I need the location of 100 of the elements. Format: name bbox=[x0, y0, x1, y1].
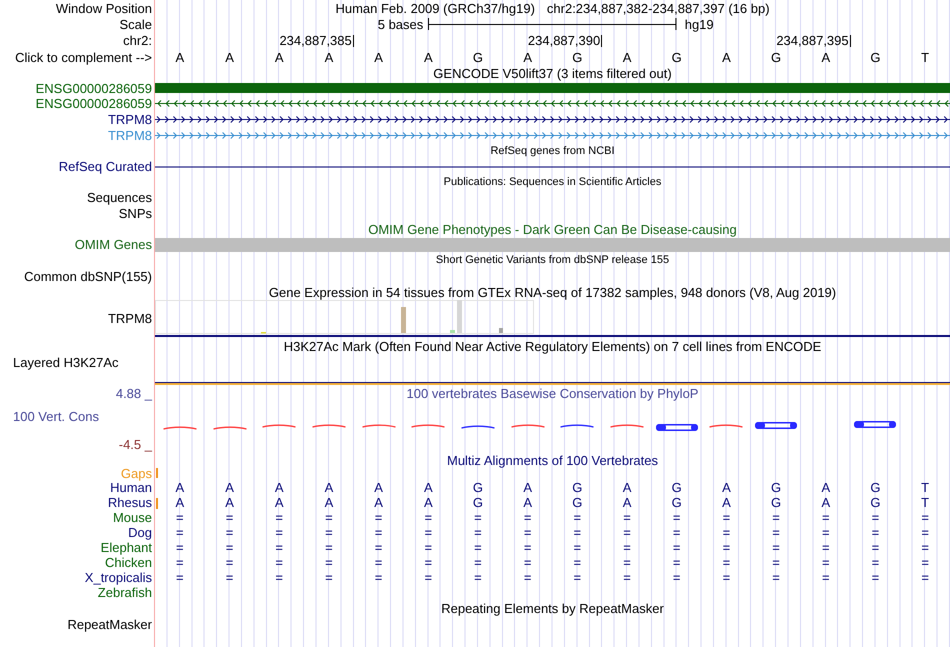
base-letter: A bbox=[722, 50, 731, 64]
base-letter: G bbox=[870, 495, 881, 510]
base-letter: A bbox=[523, 495, 532, 510]
base-letter: = bbox=[226, 555, 234, 570]
axis-label: -4.5 _ bbox=[118, 436, 152, 452]
base-letter: G bbox=[472, 50, 484, 64]
base-letter: = bbox=[574, 570, 582, 585]
track-label[interactable]: 100 Vert. Cons bbox=[13, 409, 99, 424]
base-letter: = bbox=[921, 540, 929, 555]
gene-line[interactable] bbox=[155, 114, 950, 124]
base-letter: G bbox=[771, 495, 782, 510]
expression-bar[interactable] bbox=[401, 307, 406, 333]
base-letter: = bbox=[424, 555, 432, 570]
base-letter: A bbox=[374, 495, 383, 510]
track-label[interactable]: Sequences bbox=[86, 190, 152, 205]
coordinate-label: 234,887,385 bbox=[279, 33, 352, 48]
base-letter: A bbox=[523, 50, 532, 64]
species-label[interactable]: Mouse bbox=[112, 510, 152, 525]
base-letter: = bbox=[176, 525, 184, 540]
track-label[interactable]: TRPM8 bbox=[108, 112, 152, 126]
track-label[interactable]: RefSeq Curated bbox=[58, 159, 152, 174]
expression-bar[interactable] bbox=[450, 330, 455, 333]
track-label[interactable]: TRPM8 bbox=[108, 311, 152, 326]
conservation-wiggle bbox=[510, 424, 545, 428]
base-letter: = bbox=[226, 510, 234, 525]
conservation-wiggle bbox=[411, 424, 446, 428]
base-letter: = bbox=[672, 540, 681, 555]
track-label[interactable]: ENSG00000286059 bbox=[36, 80, 152, 96]
base-letter: = bbox=[275, 510, 284, 525]
base-letter: = bbox=[474, 555, 482, 570]
base-letter: T bbox=[921, 480, 930, 495]
gene-line[interactable] bbox=[155, 98, 950, 108]
base-letter: = bbox=[524, 555, 532, 570]
expression-bar[interactable] bbox=[499, 328, 503, 333]
base-letter: = bbox=[275, 555, 284, 570]
base-letter: A bbox=[523, 480, 532, 495]
track-label[interactable]: Layered H3K27Ac bbox=[13, 355, 119, 370]
base-letter: = bbox=[226, 540, 234, 555]
expression-bar[interactable] bbox=[457, 300, 462, 333]
base-letter: = bbox=[176, 510, 184, 525]
base-letter: = bbox=[722, 555, 730, 570]
gene-bar[interactable] bbox=[155, 238, 950, 252]
complement-link[interactable]: Click to complement --> bbox=[15, 50, 152, 64]
gene-line[interactable] bbox=[155, 166, 950, 168]
base-letter: = bbox=[872, 525, 880, 540]
base-letter: A bbox=[274, 480, 284, 495]
base-letter: G bbox=[672, 495, 682, 510]
base-letter: = bbox=[474, 525, 482, 540]
base-letter: A bbox=[424, 50, 433, 64]
base-letter: = bbox=[325, 510, 333, 525]
species-label[interactable]: Human bbox=[110, 480, 152, 495]
base-letter: = bbox=[722, 540, 730, 555]
base-letter: A bbox=[622, 495, 632, 510]
conservation-wiggle bbox=[656, 424, 698, 431]
track-label[interactable]: SNPs bbox=[118, 206, 152, 220]
base-letter: A bbox=[821, 50, 830, 64]
base-letter: = bbox=[226, 570, 234, 585]
species-label[interactable]: Chicken bbox=[105, 555, 152, 570]
conservation-wiggle bbox=[362, 424, 396, 428]
species-label[interactable]: Rhesus bbox=[108, 495, 152, 510]
base-letter: = bbox=[325, 540, 333, 555]
species-label[interactable]: Dog bbox=[128, 525, 152, 540]
base-letter: = bbox=[524, 525, 532, 540]
base-letter: = bbox=[176, 555, 184, 570]
track-label[interactable]: RepeatMasker bbox=[67, 616, 152, 632]
track-label[interactable]: OMIM Genes bbox=[74, 237, 152, 252]
base-letter: = bbox=[325, 570, 333, 585]
base-letter: = bbox=[374, 570, 382, 585]
base-letter: = bbox=[374, 555, 382, 570]
species-label[interactable]: Zebrafish bbox=[98, 585, 152, 600]
ruler-label: chr2: bbox=[123, 33, 152, 48]
base-letter: = bbox=[424, 570, 432, 585]
base-letter: = bbox=[623, 540, 631, 555]
base-letter: = bbox=[374, 510, 382, 525]
base-letter: = bbox=[722, 525, 730, 540]
coordinate-label: 234,887,395 bbox=[776, 33, 849, 48]
track-label[interactable]: Common dbSNP(155) bbox=[24, 268, 152, 284]
base-letter: = bbox=[226, 525, 234, 540]
conservation-wiggle bbox=[460, 425, 495, 429]
species-label[interactable]: Elephant bbox=[100, 540, 152, 555]
gene-block[interactable] bbox=[155, 83, 950, 93]
base-letter: = bbox=[574, 555, 582, 570]
track-title: GENCODE V50lift37 (3 items filtered out) bbox=[433, 66, 672, 80]
track-title: 100 vertebrates Basewise Conservation by PhyloP bbox=[406, 386, 698, 401]
base-letter: = bbox=[822, 555, 830, 570]
conservation-wiggle bbox=[709, 424, 744, 428]
base-letter: G bbox=[472, 480, 484, 495]
base-letter: G bbox=[870, 50, 881, 64]
conservation-wiggle bbox=[854, 421, 896, 428]
base-letter: = bbox=[822, 540, 830, 555]
conservation-wiggle bbox=[312, 424, 346, 428]
track-title: Multiz Alignments of 100 Vertebrates bbox=[446, 452, 658, 468]
base-letter: = bbox=[474, 510, 482, 525]
base-letter: A bbox=[225, 480, 234, 495]
species-label[interactable]: X_tropicalis bbox=[84, 570, 152, 585]
base-letter: G bbox=[672, 50, 682, 64]
base-letter: G bbox=[771, 50, 782, 64]
base-letter: = bbox=[424, 510, 432, 525]
base-letter: = bbox=[524, 570, 532, 585]
track-label[interactable]: ENSG00000286059 bbox=[36, 96, 152, 110]
